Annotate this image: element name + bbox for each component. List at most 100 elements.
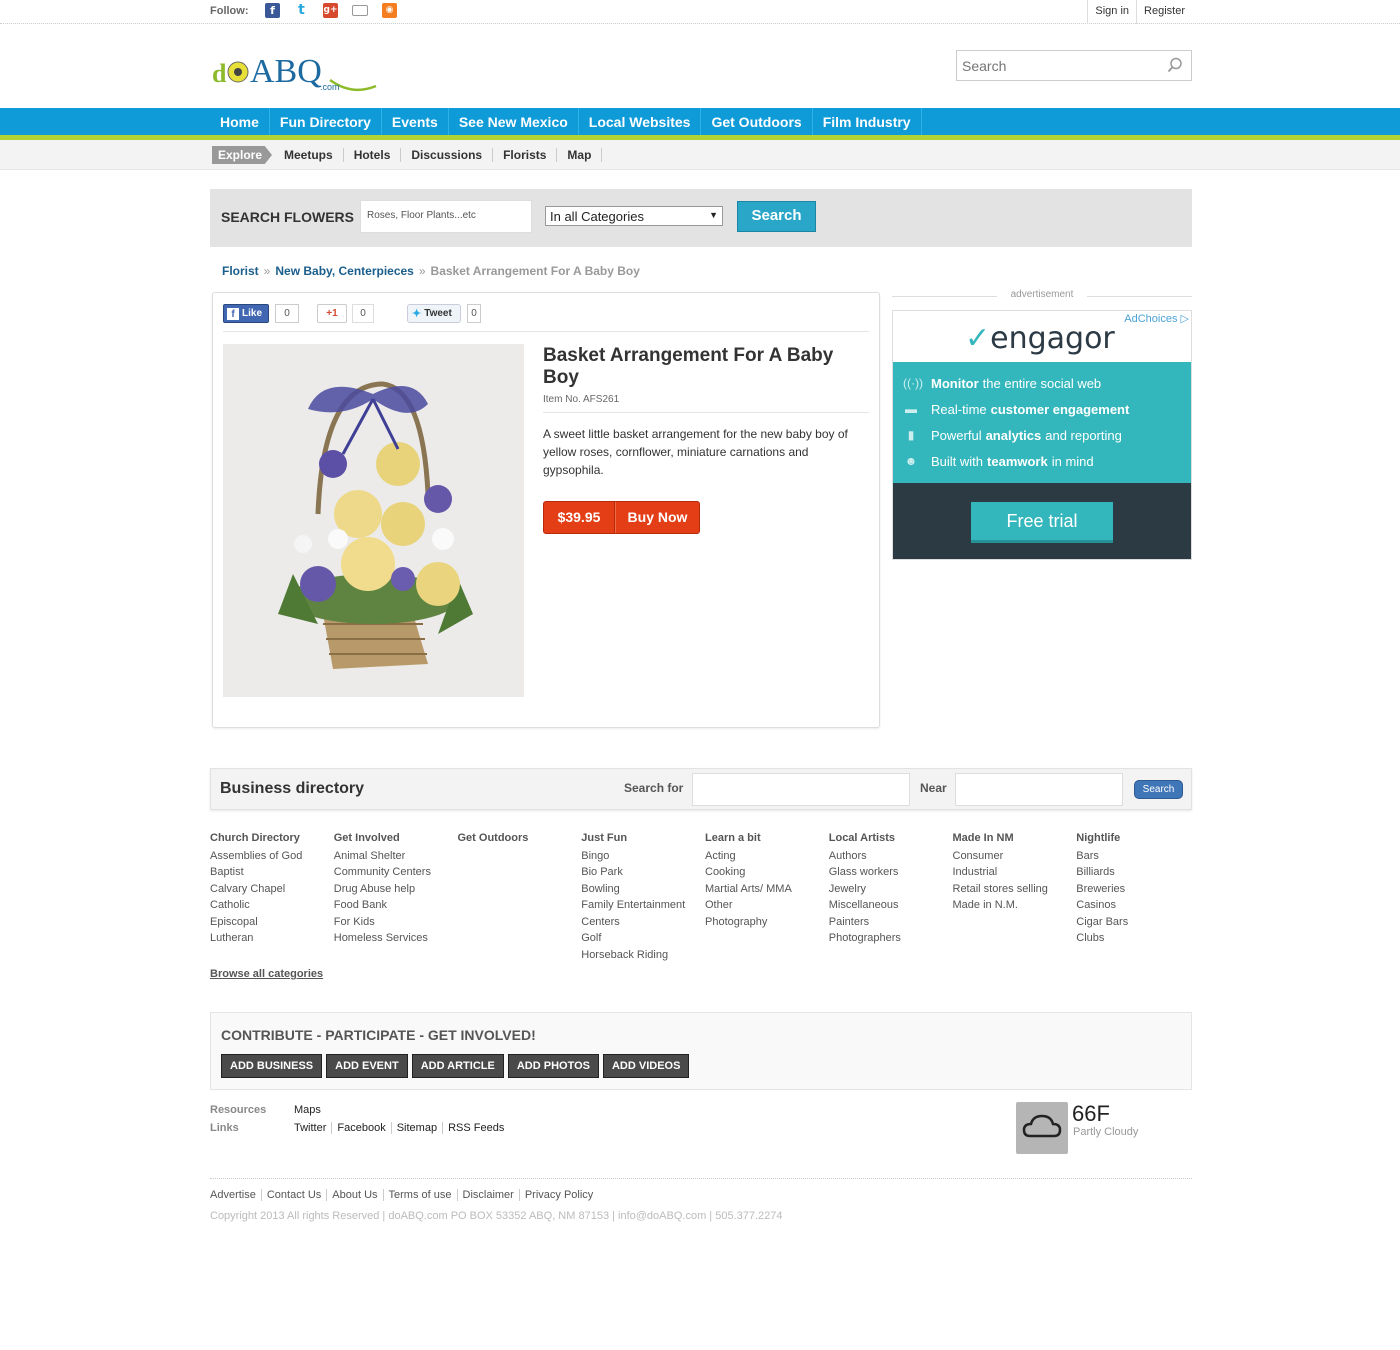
subnav-map[interactable]: Map [557,148,603,162]
add-photos-button[interactable]: ADD PHOTOS [507,1054,599,1078]
category-link[interactable]: Painters [829,914,953,931]
site-logo[interactable]: d ABQ .com [212,48,382,92]
nav-home[interactable]: Home [210,108,270,135]
nav-film-industry[interactable]: Film Industry [813,108,922,135]
add-event-button[interactable]: ADD EVENT [326,1054,408,1078]
category-link[interactable]: Authors [829,848,953,865]
footer-privacy[interactable]: Privacy Policy [518,1189,598,1201]
category-link[interactable]: Episcopal [210,914,334,931]
category-link[interactable]: Made in N.M. [953,897,1077,914]
sitemap-link[interactable]: Sitemap [390,1122,442,1134]
breadcrumb-category[interactable]: New Baby, Centerpieces [275,264,414,278]
category-link[interactable]: Cooking [705,864,829,881]
site-search-input[interactable] [957,51,1157,80]
flower-search-input[interactable]: Roses, Floor Plants...etc [360,200,532,233]
search-icon[interactable] [1167,57,1183,76]
category-link[interactable]: Golf [581,930,705,947]
footer-terms[interactable]: Terms of use [382,1189,457,1201]
add-article-button[interactable]: ADD ARTICLE [411,1054,504,1078]
category-link[interactable]: Baptist [210,864,334,881]
footer-contact-us[interactable]: Contact Us [260,1189,326,1201]
tweet-button[interactable]: ✦ Tweet [407,304,461,323]
add-videos-button[interactable]: ADD VIDEOS [602,1054,690,1078]
category-link[interactable]: Bingo [581,848,705,865]
category-link[interactable]: Jewelry [829,881,953,898]
category-link[interactable]: Calvary Chapel [210,881,334,898]
buy-now-button[interactable]: $39.95 Buy Now [543,501,700,534]
category-heading[interactable]: Just Fun [581,830,705,847]
free-trial-button[interactable]: Free trial [971,502,1113,543]
category-link[interactable]: Consumer [953,848,1077,865]
subnav-hotels[interactable]: Hotels [344,148,402,162]
nav-events[interactable]: Events [382,108,449,135]
category-link[interactable]: Acting [705,848,829,865]
nav-local-websites[interactable]: Local Websites [579,108,702,135]
add-business-button[interactable]: ADD BUSINESS [221,1054,323,1078]
category-link[interactable]: Photographers [829,930,953,947]
subnav-florists[interactable]: Florists [493,148,558,162]
category-link[interactable]: Catholic [210,897,334,914]
google-plus-icon[interactable]: g+ [323,3,338,18]
category-link[interactable]: Homeless Services [334,930,458,947]
facebook-link[interactable]: Facebook [331,1122,390,1134]
breadcrumb-florist[interactable]: Florist [222,264,259,278]
rss-icon[interactable]: ◉ [382,3,397,18]
category-link[interactable]: Drug Abuse help [334,881,458,898]
category-heading[interactable]: Church Directory [210,830,334,847]
category-link[interactable]: Casinos [1076,897,1200,914]
register-link[interactable]: Register [1136,0,1192,24]
email-icon[interactable] [352,5,368,16]
footer-disclaimer[interactable]: Disclaimer [456,1189,519,1201]
nav-get-outdoors[interactable]: Get Outdoors [701,108,813,135]
rss-feeds-link[interactable]: RSS Feeds [442,1122,509,1134]
nav-fun-directory[interactable]: Fun Directory [270,108,382,135]
browse-all-categories-link[interactable]: Browse all categories [210,968,323,980]
subnav-discussions[interactable]: Discussions [401,148,494,162]
category-heading[interactable]: Get Outdoors [458,830,582,847]
category-link[interactable]: Glass workers [829,864,953,881]
category-select[interactable]: In all Categories ▼ [545,206,723,226]
category-link[interactable]: Miscellaneous [829,897,953,914]
category-link[interactable]: Other [705,897,829,914]
maps-link[interactable]: Maps [294,1104,326,1116]
subnav-meetups[interactable]: Meetups [274,148,344,162]
category-link[interactable]: Bars [1076,848,1200,865]
directory-search-button[interactable]: Search [1134,780,1183,799]
twitter-icon[interactable]: t [294,3,309,18]
category-link[interactable]: Horseback Riding [581,947,705,964]
category-link[interactable]: Lutheran [210,930,334,947]
category-heading[interactable]: Nightlife [1076,830,1200,847]
google-plus-button[interactable]: +1 [317,304,347,323]
category-link[interactable]: Assemblies of God [210,848,334,865]
facebook-icon[interactable]: f [265,3,280,18]
category-link[interactable]: For Kids [334,914,458,931]
category-link[interactable]: Clubs [1076,930,1200,947]
category-link[interactable]: Family Entertainment Centers [581,897,705,930]
facebook-like-button[interactable]: f Like [223,304,269,323]
near-input[interactable] [955,773,1123,806]
footer-advertise[interactable]: Advertise [210,1189,261,1201]
category-link[interactable]: Bowling [581,881,705,898]
search-for-input[interactable] [692,773,910,806]
category-link[interactable]: Bio Park [581,864,705,881]
category-link[interactable]: Cigar Bars [1076,914,1200,931]
category-link[interactable]: Animal Shelter [334,848,458,865]
adchoices-link[interactable]: AdChoices ▷ [1124,312,1189,325]
category-link[interactable]: Food Bank [334,897,458,914]
advertisement[interactable]: AdChoices ▷ ✓engagor ((·)) Monitor the en… [892,310,1192,560]
category-link[interactable]: Billiards [1076,864,1200,881]
flower-search-button[interactable]: Search [737,201,816,232]
category-heading[interactable]: Get Involved [334,830,458,847]
category-heading[interactable]: Local Artists [829,830,953,847]
category-link[interactable]: Breweries [1076,881,1200,898]
nav-see-new-mexico[interactable]: See New Mexico [449,108,579,135]
category-link[interactable]: Retail stores selling [953,881,1077,898]
category-heading[interactable]: Learn a bit [705,830,829,847]
footer-about-us[interactable]: About Us [326,1189,382,1201]
explore-tag[interactable]: Explore [212,146,272,164]
category-link[interactable]: Community Centers [334,864,458,881]
category-link[interactable]: Martial Arts/ MMA [705,881,829,898]
category-link[interactable]: Industrial [953,864,1077,881]
sign-in-link[interactable]: Sign in [1087,0,1136,24]
category-link[interactable]: Photography [705,914,829,931]
